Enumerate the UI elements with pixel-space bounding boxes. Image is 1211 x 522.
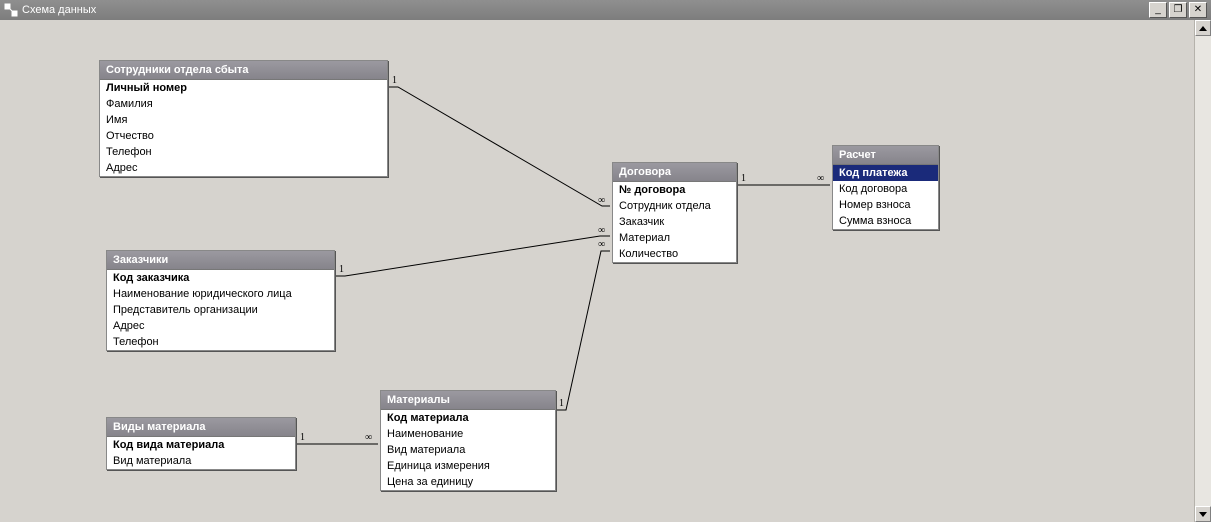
mdi-child-window: Схема данных _ ❐ ✕ 1 ∞ 1 ∞ xyxy=(0,0,1211,522)
cardinality-one: 1 xyxy=(741,173,746,184)
field[interactable]: Сумма взноса xyxy=(833,213,938,229)
field-pk[interactable]: № договора xyxy=(613,182,736,198)
field-pk[interactable]: Код материала xyxy=(381,410,555,426)
cardinality-many: ∞ xyxy=(598,195,605,206)
table-header[interactable]: Материалы xyxy=(381,391,555,410)
chevron-down-icon xyxy=(1199,512,1207,517)
field-pk[interactable]: Личный номер xyxy=(100,80,387,96)
field[interactable]: Заказчик xyxy=(613,214,736,230)
scroll-up-button[interactable] xyxy=(1195,20,1211,36)
field[interactable]: Материал xyxy=(613,230,736,246)
cardinality-one: 1 xyxy=(300,432,305,443)
field[interactable]: Единица измерения xyxy=(381,458,555,474)
field-pk[interactable]: Код вида материала xyxy=(107,437,295,453)
field[interactable]: Количество xyxy=(613,246,736,262)
table-box-materialy[interactable]: Материалы Код материала Наименование Вид… xyxy=(380,390,556,491)
field[interactable]: Код договора xyxy=(833,181,938,197)
cardinality-many: ∞ xyxy=(598,239,605,250)
field[interactable]: Адрес xyxy=(107,318,334,334)
restore-button[interactable]: ❐ xyxy=(1169,2,1187,18)
field[interactable]: Цена за единицу xyxy=(381,474,555,490)
window-title: Схема данных xyxy=(22,4,96,16)
field[interactable]: Телефон xyxy=(100,144,387,160)
field[interactable]: Вид материала xyxy=(107,453,295,469)
table-header[interactable]: Расчет xyxy=(833,146,938,165)
field[interactable]: Номер взноса xyxy=(833,197,938,213)
field[interactable]: Имя xyxy=(100,112,387,128)
table-header[interactable]: Заказчики xyxy=(107,251,334,270)
table-box-sotrudniki[interactable]: Сотрудники отдела сбыта Личный номер Фам… xyxy=(99,60,388,177)
table-box-raschet[interactable]: Расчет Код платежа Код договора Номер вз… xyxy=(832,145,939,230)
relationship-canvas[interactable]: 1 ∞ 1 ∞ 1 ∞ 1 ∞ 1 ∞ Сотрудники отдела сб… xyxy=(0,20,1195,522)
relationships-icon xyxy=(4,3,18,17)
title-bar[interactable]: Схема данных _ ❐ ✕ xyxy=(0,0,1211,21)
field[interactable]: Телефон xyxy=(107,334,334,350)
field[interactable]: Адрес xyxy=(100,160,387,176)
client-area: 1 ∞ 1 ∞ 1 ∞ 1 ∞ 1 ∞ Сотрудники отдела сб… xyxy=(0,20,1211,522)
cardinality-one: 1 xyxy=(392,75,397,86)
field[interactable]: Отчество xyxy=(100,128,387,144)
cardinality-many: ∞ xyxy=(365,432,372,443)
cardinality-one: 1 xyxy=(559,398,564,409)
field[interactable]: Фамилия xyxy=(100,96,387,112)
vertical-scrollbar[interactable] xyxy=(1194,20,1211,522)
close-button[interactable]: ✕ xyxy=(1189,2,1207,18)
field[interactable]: Сотрудник отдела xyxy=(613,198,736,214)
scroll-track[interactable] xyxy=(1195,36,1211,506)
table-header[interactable]: Договора xyxy=(613,163,736,182)
cardinality-one: 1 xyxy=(339,264,344,275)
chevron-up-icon xyxy=(1199,26,1207,31)
field-pk-selected[interactable]: Код платежа xyxy=(833,165,938,181)
cardinality-many: ∞ xyxy=(598,225,605,236)
field[interactable]: Наименование юридического лица xyxy=(107,286,334,302)
field[interactable]: Вид материала xyxy=(381,442,555,458)
table-header[interactable]: Сотрудники отдела сбыта xyxy=(100,61,387,80)
table-header[interactable]: Виды материала xyxy=(107,418,295,437)
field[interactable]: Представитель организации xyxy=(107,302,334,318)
scroll-down-button[interactable] xyxy=(1195,506,1211,522)
field[interactable]: Наименование xyxy=(381,426,555,442)
table-box-vidy-materiala[interactable]: Виды материала Код вида материала Вид ма… xyxy=(106,417,296,470)
field-pk[interactable]: Код заказчика xyxy=(107,270,334,286)
table-box-zakazchiki[interactable]: Заказчики Код заказчика Наименование юри… xyxy=(106,250,335,351)
cardinality-many: ∞ xyxy=(817,173,824,184)
minimize-button[interactable]: _ xyxy=(1149,2,1167,18)
table-box-dogovora[interactable]: Договора № договора Сотрудник отдела Зак… xyxy=(612,162,737,263)
